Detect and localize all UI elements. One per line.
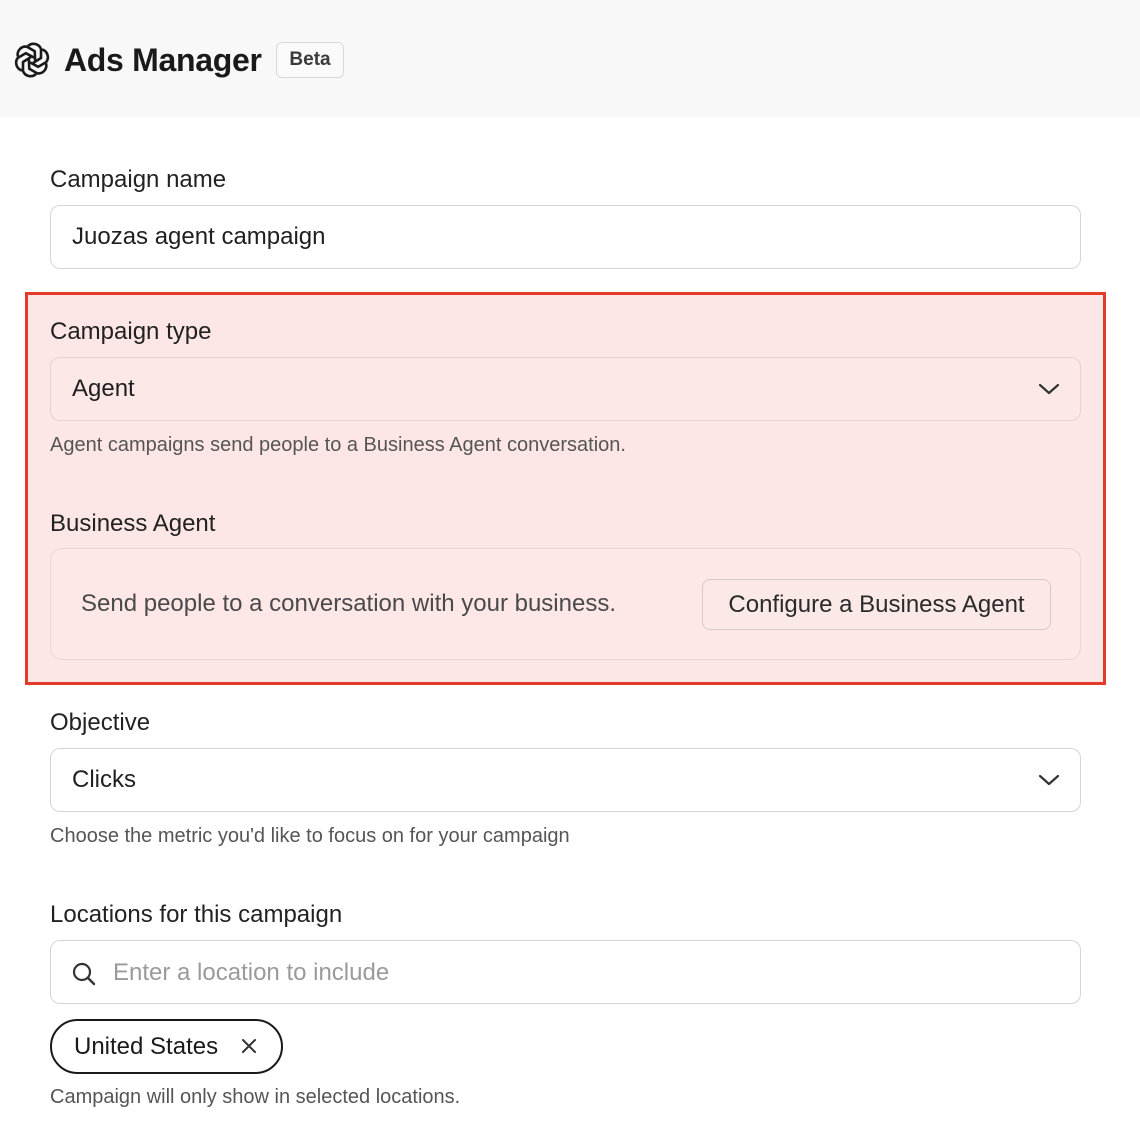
location-chip: United States xyxy=(50,1019,283,1074)
configure-business-agent-button[interactable]: Configure a Business Agent xyxy=(702,579,1051,630)
objective-select[interactable]: Clicks xyxy=(50,748,1081,812)
openai-logo-icon xyxy=(14,42,50,78)
campaign-type-select[interactable]: Agent xyxy=(50,357,1081,421)
search-icon xyxy=(72,962,96,986)
campaign-name-label: Campaign name xyxy=(50,166,227,193)
app-title: Ads Manager xyxy=(64,42,262,78)
chevron-down-icon xyxy=(1038,383,1060,395)
campaign-type-label: Campaign type xyxy=(50,318,212,345)
campaign-name-input[interactable]: Juozas agent campaign xyxy=(50,205,1081,269)
location-search-placeholder: Enter a location to include xyxy=(113,959,390,986)
chevron-down-icon xyxy=(1038,774,1060,786)
business-agent-label: Business Agent xyxy=(50,510,216,537)
campaign-type-selected: Agent xyxy=(72,375,135,402)
campaign-type-help: Agent campaigns send people to a Busines… xyxy=(50,434,626,456)
campaign-name-value: Juozas agent campaign xyxy=(72,223,326,250)
app-header: Ads Manager Beta xyxy=(0,0,1140,117)
objective-help: Choose the metric you'd like to focus on… xyxy=(50,825,570,847)
objective-label: Objective xyxy=(50,709,151,736)
locations-label: Locations for this campaign xyxy=(50,901,343,928)
objective-selected: Clicks xyxy=(72,766,136,793)
business-agent-description: Send people to a conversation with your … xyxy=(81,590,616,617)
locations-help: Campaign will only show in selected loca… xyxy=(50,1086,461,1108)
business-agent-card: Send people to a conversation with your … xyxy=(50,548,1081,660)
location-search-input[interactable]: Enter a location to include xyxy=(50,940,1081,1004)
location-chip-label: United States xyxy=(74,1032,219,1060)
beta-badge: Beta xyxy=(276,42,344,78)
close-icon[interactable] xyxy=(239,1036,259,1056)
